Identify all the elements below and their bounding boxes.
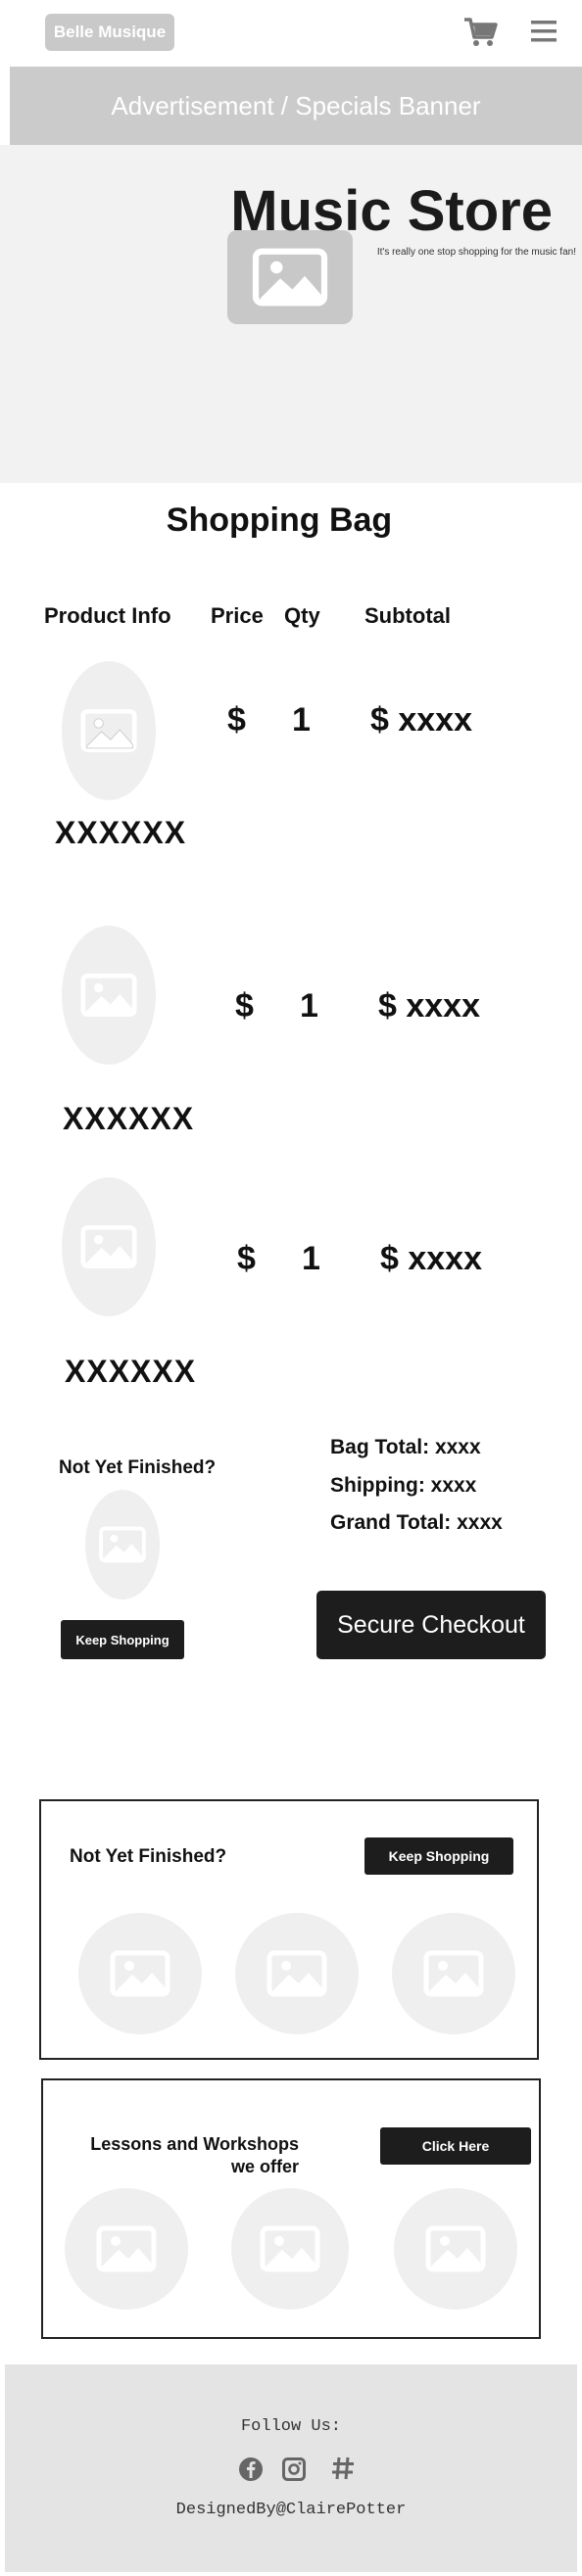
shipping-total: Shipping: xxxx bbox=[330, 1474, 477, 1497]
item-qty[interactable]: 1 bbox=[300, 987, 318, 1026]
item-name: XXXXXX bbox=[63, 1101, 195, 1136]
hashtag-icon[interactable] bbox=[330, 2456, 356, 2481]
designer-credit: DesignedBy@ClairePotter bbox=[175, 2501, 407, 2519]
column-header-price: Price bbox=[211, 603, 264, 628]
click-here-button[interactable]: Click Here bbox=[380, 2127, 531, 2165]
lesson-image-placeholder-icon[interactable] bbox=[231, 2188, 349, 2310]
cart-icon[interactable] bbox=[462, 16, 498, 49]
lessons-heading-line1: Lessons and Workshops bbox=[90, 2134, 299, 2154]
lessons-heading-line2: we offer bbox=[230, 2157, 299, 2176]
advertisement-banner[interactable]: Advertisement / Specials Banner bbox=[10, 67, 582, 145]
lesson-image-placeholder-icon[interactable] bbox=[394, 2188, 517, 2310]
bag-total: Bag Total: xxxx bbox=[330, 1436, 481, 1458]
secure-checkout-button[interactable]: Secure Checkout bbox=[316, 1591, 546, 1659]
item-subtotal: $ xxxx bbox=[378, 987, 480, 1025]
item-subtotal: $ xxxx bbox=[380, 1240, 482, 1277]
column-header-qty: Qty bbox=[284, 603, 320, 628]
facebook-icon[interactable] bbox=[238, 2457, 264, 2482]
column-header-subtotal: Subtotal bbox=[364, 603, 451, 628]
instagram-icon[interactable] bbox=[282, 2457, 306, 2481]
hamburger-menu-icon[interactable] bbox=[529, 18, 558, 45]
panel-heading: Not Yet Finished? bbox=[70, 1846, 227, 1867]
not-finished-heading: Not Yet Finished? bbox=[59, 1457, 217, 1478]
item-qty[interactable]: 1 bbox=[302, 1240, 320, 1278]
lesson-image-placeholder-icon[interactable] bbox=[65, 2188, 188, 2310]
item-price: $ bbox=[227, 701, 246, 739]
shopping-bag-title: Shopping Bag bbox=[166, 501, 393, 539]
keep-shopping-button[interactable]: Keep Shopping bbox=[364, 1837, 513, 1875]
suggestion-image-placeholder-icon[interactable] bbox=[85, 1490, 160, 1599]
suggestion-image-placeholder-icon[interactable] bbox=[78, 1913, 202, 2034]
suggestion-image-placeholder-icon[interactable] bbox=[235, 1913, 359, 2034]
suggestion-image-placeholder-icon[interactable] bbox=[392, 1913, 515, 2034]
item-price: $ bbox=[237, 1240, 256, 1277]
hero-image-placeholder-icon bbox=[227, 230, 353, 324]
product-image-placeholder-icon[interactable] bbox=[62, 926, 156, 1065]
keep-shopping-button[interactable]: Keep Shopping bbox=[61, 1620, 184, 1659]
column-header-product-info: Product Info bbox=[44, 603, 171, 628]
follow-us-label: Follow Us: bbox=[240, 2417, 342, 2436]
item-price: $ bbox=[235, 987, 254, 1025]
product-image-placeholder-icon[interactable] bbox=[62, 661, 156, 800]
item-subtotal: $ xxxx bbox=[370, 701, 472, 739]
item-name: XXXXXX bbox=[65, 1354, 197, 1389]
hero-title: Music Store bbox=[230, 179, 553, 243]
hero-tagline: It's really one stop shopping for the mu… bbox=[376, 247, 576, 258]
item-name: XXXXXX bbox=[55, 815, 187, 850]
item-qty[interactable]: 1 bbox=[292, 701, 311, 739]
product-image-placeholder-icon[interactable] bbox=[62, 1177, 156, 1316]
logo-button[interactable]: Belle Musique bbox=[45, 14, 174, 51]
grand-total: Grand Total: xxxx bbox=[330, 1511, 503, 1534]
